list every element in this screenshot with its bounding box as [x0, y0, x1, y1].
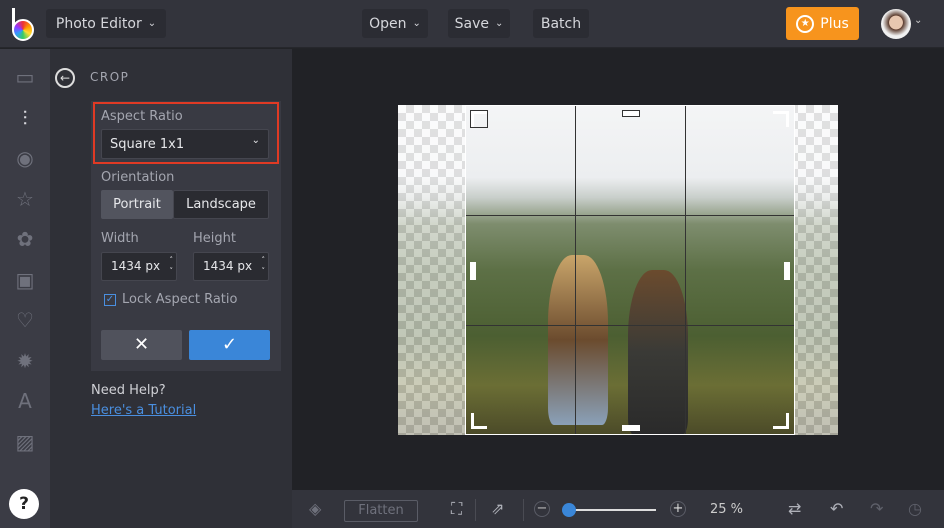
help-button[interactable]: ? — [9, 489, 39, 519]
crop-handle-top[interactable] — [622, 110, 640, 117]
crop-handle-top-left[interactable] — [470, 110, 488, 128]
lock-aspect-label[interactable]: Lock Aspect Ratio — [122, 292, 237, 307]
crop-handle-bottom-right[interactable] — [773, 413, 789, 429]
crop-settings-card: Aspect Ratio Square 1x1 ⌄ Orientation Por… — [91, 101, 281, 371]
image-icon[interactable]: ▭ — [13, 65, 37, 89]
app-switcher[interactable]: Photo Editor ⌄ — [46, 9, 166, 38]
crop-handle-top-right[interactable] — [773, 111, 789, 127]
save-button[interactable]: Save ⌄ — [448, 9, 510, 38]
zoom-level: 25 % — [710, 502, 744, 517]
panel-title: CROP — [90, 70, 130, 84]
history-icon[interactable]: ◷ — [908, 499, 922, 518]
tutorial-link[interactable]: Here's a Tutorial — [91, 403, 196, 418]
batch-button[interactable]: Batch — [533, 9, 589, 38]
bottom-toolbar: ◈ Flatten ⛶ ⇗ − + 25 % ⇄ ↶ ↷ ◷ — [292, 490, 944, 528]
height-input[interactable]: 1434 px ˄ ˅ — [193, 252, 269, 281]
cancel-crop-button[interactable]: ✕ — [101, 330, 182, 360]
width-input[interactable]: 1434 px ˄ ˅ — [101, 252, 177, 281]
actual-size-icon[interactable]: ⇗ — [491, 499, 504, 518]
crop-box[interactable] — [465, 105, 795, 435]
swap-icon[interactable]: ⇄ — [788, 499, 801, 518]
chevron-down-icon: ⌄ — [412, 18, 421, 29]
aspect-ratio-select[interactable]: Square 1x1 ⌄ — [101, 129, 269, 159]
user-avatar[interactable] — [881, 9, 911, 39]
open-label: Open — [369, 15, 407, 32]
chevron-down-icon: ⌄ — [251, 135, 260, 146]
height-label: Height — [193, 231, 236, 246]
portrait-button[interactable]: Portrait — [101, 190, 173, 219]
zoom-out-button[interactable]: − — [534, 501, 550, 517]
width-label: Width — [101, 231, 139, 246]
height-value: 1434 — [203, 259, 234, 273]
stepper-icon[interactable]: ˄ ˅ — [262, 255, 266, 277]
stepper-icon[interactable]: ˄ ˅ — [170, 255, 174, 277]
crop-handle-right[interactable] — [784, 262, 790, 280]
width-unit: px — [145, 259, 161, 273]
badge-icon[interactable]: ✹ — [13, 349, 37, 373]
texture-icon[interactable]: ▨ — [13, 430, 37, 454]
eye-icon[interactable]: ◉ — [13, 146, 37, 170]
star-badge-icon: ★ — [796, 14, 815, 33]
batch-label: Batch — [540, 15, 582, 32]
top-bar: Photo Editor ⌄ Open ⌄ Save ⌄ Batch ★ Plus ⌄ — [0, 0, 944, 48]
frame-icon[interactable]: ▣ — [13, 268, 37, 292]
app-logo[interactable] — [12, 8, 36, 41]
star-icon[interactable]: ☆ — [13, 187, 37, 211]
plus-label: Plus — [820, 15, 849, 32]
redo-icon[interactable]: ↷ — [870, 499, 883, 518]
save-label: Save — [454, 15, 489, 32]
width-value: 1434 — [111, 259, 142, 273]
tool-rail: ▭ ⫶ ◉ ☆ ✿ ▣ ♡ ✹ A ▨ ? — [0, 49, 50, 528]
apply-crop-button[interactable]: ✓ — [189, 330, 270, 360]
chevron-down-icon: ⌄ — [494, 18, 504, 29]
layers-icon[interactable]: ◈ — [309, 499, 321, 518]
flower-icon[interactable]: ✿ — [13, 227, 37, 251]
app-title: Photo Editor — [55, 15, 142, 32]
crop-handle-left[interactable] — [470, 262, 476, 280]
fit-screen-icon[interactable]: ⛶ — [451, 499, 462, 519]
aspect-ratio-value: Square 1x1 — [110, 137, 185, 152]
crop-handle-bottom[interactable] — [622, 425, 640, 431]
help-title: Need Help? — [91, 383, 166, 398]
height-unit: px — [237, 259, 253, 273]
undo-icon[interactable]: ↶ — [830, 499, 843, 518]
sliders-icon[interactable]: ⫶ — [13, 106, 37, 130]
plus-button[interactable]: ★ Plus — [786, 7, 859, 40]
lock-aspect-checkbox[interactable]: ✓ — [104, 294, 116, 306]
back-arrow-icon[interactable]: ← — [55, 68, 75, 88]
landscape-button[interactable]: Landscape — [173, 190, 269, 219]
aspect-ratio-label: Aspect Ratio — [101, 109, 183, 124]
zoom-slider[interactable] — [562, 503, 656, 517]
text-icon[interactable]: A — [13, 389, 37, 413]
chevron-down-icon: ⌄ — [147, 18, 157, 29]
open-button[interactable]: Open ⌄ — [362, 9, 428, 38]
zoom-slider-thumb[interactable] — [562, 503, 576, 517]
chevron-down-icon[interactable]: ⌄ — [914, 15, 922, 26]
zoom-in-button[interactable]: + — [670, 501, 686, 517]
orientation-label: Orientation — [101, 170, 175, 185]
crop-handle-bottom-left[interactable] — [471, 413, 487, 429]
flatten-button[interactable]: Flatten — [344, 500, 418, 522]
heart-icon[interactable]: ♡ — [13, 308, 37, 332]
